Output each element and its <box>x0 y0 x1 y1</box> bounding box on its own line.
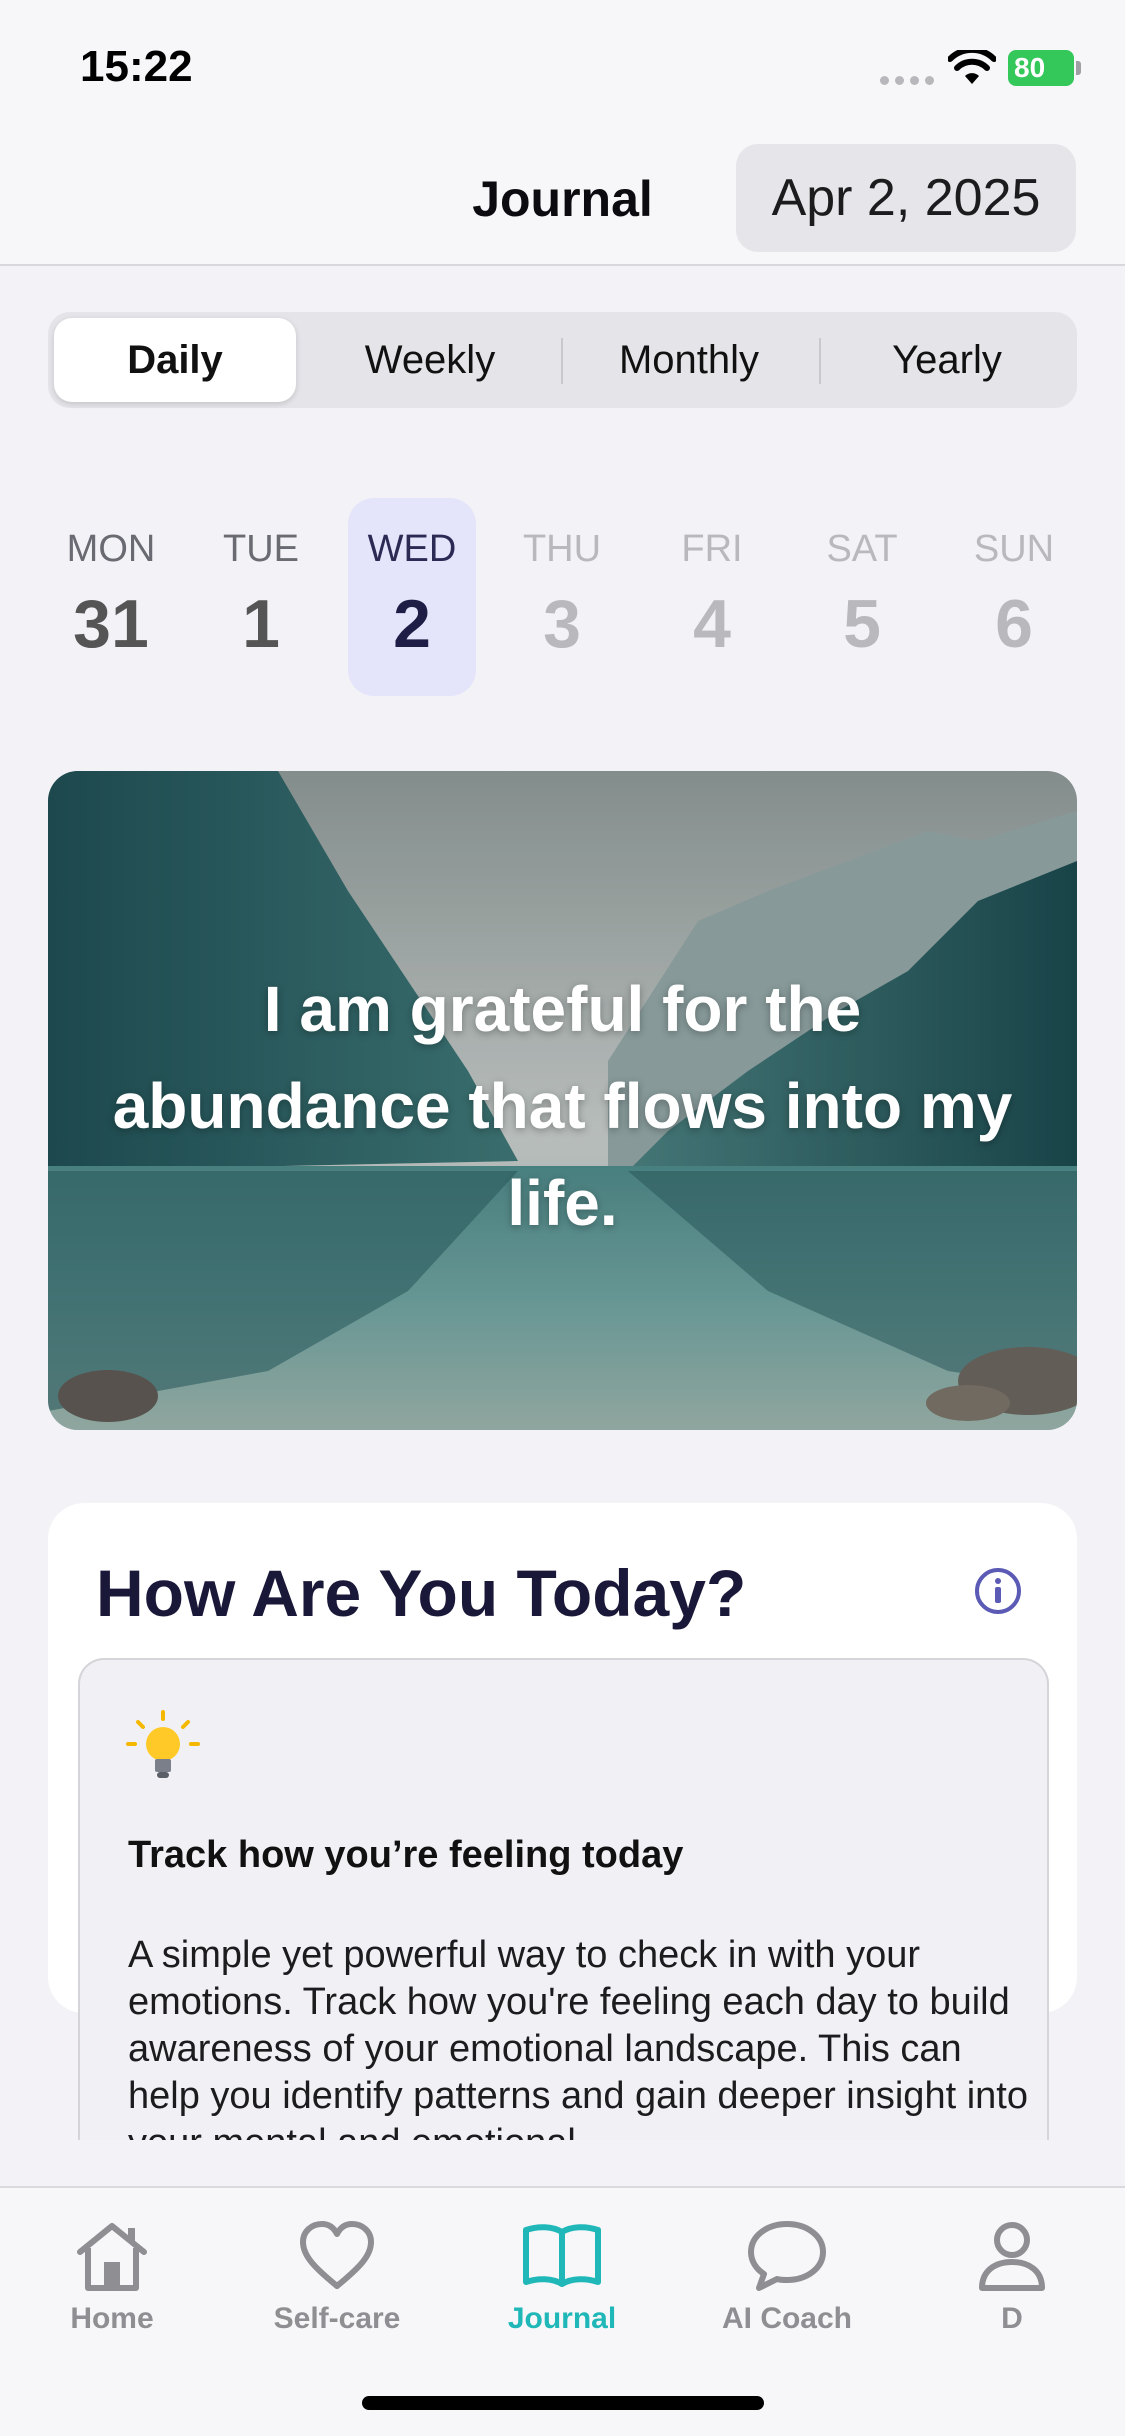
person-icon <box>979 2222 1045 2291</box>
home-indicator[interactable] <box>362 2396 764 2410</box>
info-body: A simple yet powerful way to check in wi… <box>128 1934 1028 2140</box>
heart-icon <box>300 2221 374 2289</box>
info-heading: Track how you’re feeling today <box>128 1834 684 1876</box>
tab-label: D <box>1001 2302 1023 2335</box>
day-name: SUN <box>973 528 1055 570</box>
day-tue[interactable]: TUE 1 <box>197 498 325 696</box>
day-fri[interactable]: FRI 4 <box>648 498 776 696</box>
week-day-strip: MON 31 TUE 1 WED 2 THU 3 FRI 4 SAT 5 SUN… <box>0 498 1125 703</box>
day-number: 31 <box>73 586 149 662</box>
tab-label: Journal <box>507 2302 617 2335</box>
page-title: Journal <box>472 171 653 227</box>
house-icon <box>77 2223 147 2291</box>
affirmation-text: I am grateful for the abundance that flo… <box>112 973 1013 1239</box>
day-number: 5 <box>843 586 881 662</box>
tab-self-care[interactable]: Self-care <box>237 2218 437 2348</box>
day-number: 2 <box>393 586 431 662</box>
day-wed-selected[interactable]: WED 2 <box>348 498 476 696</box>
tab-label: Home <box>70 2302 154 2335</box>
segment-weekly[interactable]: Weekly <box>306 318 554 402</box>
tab-label: Self-care <box>273 2302 401 2335</box>
day-name: MON <box>66 528 156 570</box>
mood-card-title: How Are You Today? <box>96 1556 747 1630</box>
status-bar: 15:22 80 <box>0 0 1125 140</box>
tab-ai-coach[interactable]: AI Coach <box>687 2218 887 2348</box>
segment-divider <box>819 338 821 384</box>
day-name: FRI <box>681 528 743 570</box>
cellular-signal-icon <box>880 76 936 86</box>
segment-monthly[interactable]: Monthly <box>565 318 813 402</box>
app-header: Journal Apr 2, 2025 <box>0 140 1125 266</box>
day-name: THU <box>522 528 602 570</box>
segment-yearly[interactable]: Yearly <box>823 318 1071 402</box>
chat-bubble-icon <box>748 2221 826 2291</box>
battery-icon: 80 <box>1008 50 1081 86</box>
tab-home[interactable]: Home <box>12 2218 212 2348</box>
day-name: TUE <box>223 528 299 570</box>
day-number: 6 <box>995 586 1033 662</box>
tab-label: AI Coach <box>721 2302 853 2335</box>
mood-tracking-info: Track how you’re feeling today A simple … <box>78 1658 1049 2140</box>
tab-profile[interactable]: D <box>912 2218 1112 2348</box>
status-time: 15:22 <box>80 42 193 91</box>
day-number: 1 <box>242 586 280 662</box>
day-sat[interactable]: SAT 5 <box>798 498 926 696</box>
affirmation-card[interactable]: I am grateful for the abundance that flo… <box>48 771 1077 1430</box>
book-icon <box>523 2224 601 2287</box>
day-thu[interactable]: THU 3 <box>498 498 626 696</box>
day-number: 3 <box>543 586 581 662</box>
day-sun[interactable]: SUN 6 <box>950 498 1078 696</box>
wifi-icon <box>948 50 996 84</box>
lightbulb-icon <box>126 1710 200 1778</box>
day-name: WED <box>367 528 457 570</box>
info-icon[interactable] <box>974 1567 1022 1615</box>
day-name: SAT <box>826 528 898 570</box>
tab-journal[interactable]: Journal <box>462 2218 662 2348</box>
day-number: 4 <box>693 586 731 662</box>
period-segmented-control: Daily Weekly Monthly Yearly <box>48 312 1077 408</box>
segment-daily[interactable]: Daily <box>54 318 296 402</box>
segment-divider <box>561 338 563 384</box>
day-mon[interactable]: MON 31 <box>47 498 175 696</box>
date-picker-button[interactable]: Apr 2, 2025 <box>736 144 1076 252</box>
battery-level: 80 <box>1008 50 1074 86</box>
